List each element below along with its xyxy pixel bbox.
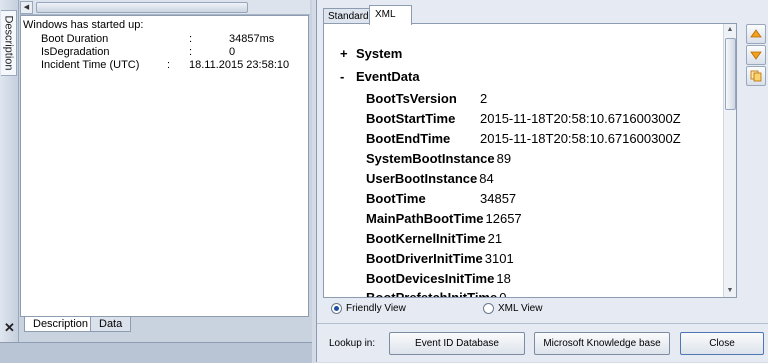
description-row-separator: :	[167, 59, 171, 71]
event-id-database-button[interactable]: Event ID Database	[389, 332, 525, 355]
description-panel: Windows has started up: Boot Duration : …	[20, 15, 309, 317]
description-row-value: 18.11.2015 23:58:10	[189, 59, 290, 71]
tab-data[interactable]: Data	[90, 317, 132, 332]
xml-view-label: XML View	[498, 303, 543, 314]
xml-data-row: BootEndTime 2015-11-18T20:58:10.671600300…	[366, 131, 681, 146]
tab-description[interactable]: Description	[24, 317, 98, 332]
xml-data-value: 12657	[485, 211, 522, 226]
xml-data-row: UserBootInstance 84	[366, 171, 494, 186]
xml-view: + System - EventData BootTsVersion 2 BootSt…	[323, 23, 737, 298]
arrow-down-icon	[750, 51, 762, 60]
xml-data-value: 3101	[484, 251, 514, 266]
xml-node-eventdata[interactable]: - EventData	[340, 69, 420, 84]
radio-button[interactable]	[483, 303, 494, 314]
xml-data-row: SystemBootInstance 89	[366, 151, 511, 166]
description-side-tab-label: Description	[2, 15, 15, 71]
xml-data-value: 2015-11-18T20:58:10.671600300Z	[480, 131, 681, 146]
xml-data-name: UserBootInstance	[366, 171, 478, 186]
xml-data-name: BootDevicesInitTime	[366, 271, 495, 286]
description-row-value: 34857ms	[229, 33, 275, 45]
tab-xml[interactable]: XML	[369, 5, 412, 25]
description-side-tab[interactable]: Description	[1, 10, 17, 76]
close-icon[interactable]: ✕	[4, 320, 15, 336]
side-bottom-bar	[0, 342, 18, 363]
friendly-view-option[interactable]: Friendly View	[331, 303, 406, 314]
xml-data-value: 18	[496, 271, 511, 286]
xml-node-system[interactable]: + System	[340, 46, 402, 61]
description-header: Windows has started up:	[23, 19, 144, 31]
xml-data-value: 0	[499, 290, 507, 298]
xml-data-value: 21	[487, 231, 503, 246]
xml-data-name: BootTsVersion	[366, 91, 457, 106]
description-row-label: IsDegradation	[41, 46, 110, 58]
xml-data-name: BootPrefetchInitTime	[366, 290, 498, 298]
xml-data-name: BootEndTime	[366, 131, 451, 146]
xml-data-row: BootStartTime 2015-11-18T20:58:10.6716003…	[366, 111, 681, 126]
knowledge-base-button[interactable]: Microsoft Knowledge base	[534, 332, 670, 355]
event-detail-pane: Standard XML + System - EventData BootTsVe…	[316, 0, 768, 362]
vertical-scroll-thumb[interactable]	[725, 38, 736, 110]
xml-data-value: 2	[480, 91, 488, 106]
description-row-separator: :	[189, 33, 193, 45]
xml-data-row: MainPathBootTime 12657	[366, 211, 522, 226]
xml-data-row: BootKernelInitTime 21	[366, 231, 502, 246]
xml-view-option[interactable]: XML View	[483, 303, 542, 314]
left-pane: Description ✕ ◀ Windows has started up: …	[0, 0, 312, 363]
xml-tree: + System - EventData BootTsVersion 2 BootSt…	[324, 24, 722, 297]
collapse-icon[interactable]: -	[340, 69, 356, 84]
xml-data-name: BootKernelInitTime	[366, 231, 486, 246]
scroll-up-icon[interactable]: ▲	[724, 24, 736, 36]
xml-data-value: 89	[496, 151, 512, 166]
description-row-label: Boot Duration	[41, 33, 109, 45]
scroll-down-icon[interactable]: ▼	[724, 285, 736, 297]
arrow-up-icon	[750, 29, 762, 38]
copy-button[interactable]	[746, 66, 766, 86]
tab-standard[interactable]: Standard	[323, 8, 374, 24]
description-row-label: Incident Time (UTC)	[41, 59, 140, 71]
lookup-label: Lookup in:	[329, 338, 376, 349]
horizontal-scroll-thumb[interactable]	[36, 2, 248, 13]
xml-data-name: BootStartTime	[366, 111, 456, 126]
xml-data-row: BootTsVersion 2	[366, 91, 487, 106]
xml-data-value: 84	[479, 171, 494, 186]
divider	[317, 323, 768, 324]
horizontal-scrollbar[interactable]: ◀	[20, 0, 310, 15]
xml-data-row: BootTime 34857	[366, 191, 516, 206]
xml-data-row: BootPrefetchInitTime 0	[366, 290, 507, 298]
description-row-value: 0	[229, 46, 236, 58]
next-event-button[interactable]	[746, 45, 766, 65]
close-button[interactable]: Close	[680, 332, 764, 355]
xml-data-name: MainPathBootTime	[366, 211, 484, 226]
xml-data-name: BootDriverInitTime	[366, 251, 483, 266]
xml-data-name: SystemBootInstance	[366, 151, 495, 166]
bottom-tab-strip: Description Data	[20, 316, 308, 333]
vertical-scrollbar[interactable]: ▲ ▼	[723, 24, 736, 297]
xml-node-label: EventData	[356, 69, 420, 84]
left-bottom-bar	[18, 342, 312, 363]
xml-node-label: System	[356, 46, 403, 61]
side-strip: Description ✕	[0, 0, 19, 342]
xml-data-value: 2015-11-18T20:58:10.671600300Z	[480, 111, 681, 126]
scroll-left-icon[interactable]: ◀	[20, 1, 33, 14]
expand-icon[interactable]: +	[340, 46, 356, 61]
radio-button[interactable]	[331, 303, 342, 314]
friendly-view-label: Friendly View	[346, 303, 406, 314]
previous-event-button[interactable]	[746, 24, 766, 44]
xml-data-value: 34857	[480, 191, 517, 206]
description-row-separator: :	[189, 46, 193, 58]
xml-data-name: BootTime	[366, 191, 426, 206]
copy-icon	[750, 70, 762, 82]
xml-data-row: BootDevicesInitTime 18	[366, 271, 511, 286]
xml-data-row: BootDriverInitTime 3101	[366, 251, 514, 266]
